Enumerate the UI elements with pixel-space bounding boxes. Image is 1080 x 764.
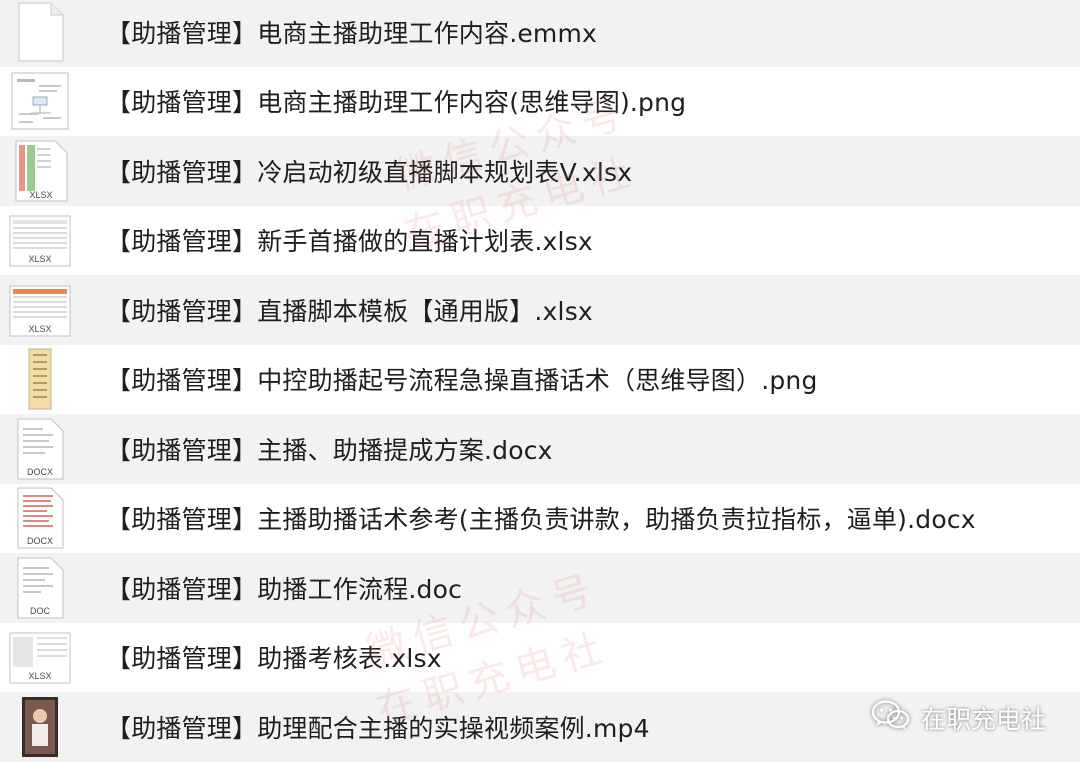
file-row[interactable]: DOC 【助播管理】助播工作流程.doc [0,553,1080,623]
file-badge: DOCX [27,467,53,477]
video-thumbnail-icon [8,692,72,762]
file-row[interactable]: XLSX 【助播管理】助播考核表.xlsx [0,623,1080,693]
file-badge: XLSX [28,254,51,264]
file-list: 【助播管理】电商主播助理工作内容.emmx 【助播管理】电商主播助理工作内容(思… [0,0,1080,764]
file-row[interactable]: DOCX 【助播管理】主播、助播提成方案.docx [0,414,1080,484]
png-image-icon [8,345,72,415]
file-name: 【助播管理】新手首播做的直播计划表.xlsx [106,227,593,257]
file-badge: DOC [30,606,51,616]
file-name: 【助播管理】冷启动初级直播脚本规划表V.xlsx [106,157,633,187]
xlsx-icon: XLSX [8,206,72,276]
brand-watermark: 在职充电社 [871,700,1046,736]
file-row[interactable]: XLSX 【助播管理】新手首播做的直播计划表.xlsx [0,206,1080,276]
file-row[interactable]: 【助播管理】中控助播起号流程急操直播话术（思维导图）.png [0,345,1080,415]
docx-icon: DOCX [8,484,72,554]
docx-icon: DOCX [8,414,72,484]
xlsx-icon: XLSX [8,136,72,206]
file-row[interactable]: 【助播管理】电商主播助理工作内容(思维导图).png [0,67,1080,137]
xlsx-icon: XLSX [8,623,72,693]
file-row[interactable]: 【助播管理】电商主播助理工作内容.emmx [0,0,1080,67]
file-name: 【助播管理】助播考核表.xlsx [106,644,442,674]
file-name: 【助播管理】电商主播助理工作内容.emmx [106,18,598,48]
file-name: 【助播管理】主播助播话术参考(主播负责讲款，助播负责拉指标，逼单).docx [106,505,976,535]
file-name: 【助播管理】助播工作流程.doc [106,574,463,604]
file-name: 【助播管理】助理配合主播的实操视频案例.mp4 [106,713,650,743]
file-name: 【助播管理】中控助播起号流程急操直播话术（思维导图）.png [106,366,818,396]
png-image-icon [8,67,72,137]
file-badge: XLSX [28,671,51,681]
file-badge: XLSX [29,190,52,200]
file-badge: DOCX [27,536,53,546]
file-row[interactable]: XLSX 【助播管理】冷启动初级直播脚本规划表V.xlsx [0,136,1080,206]
doc-icon: DOC [8,553,72,623]
file-row[interactable]: DOCX 【助播管理】主播助播话术参考(主播负责讲款，助播负责拉指标，逼单).d… [0,484,1080,554]
file-row[interactable]: XLSX 【助播管理】直播脚本模板【通用版】.xlsx [0,275,1080,345]
file-name: 【助播管理】直播脚本模板【通用版】.xlsx [106,296,593,326]
xlsx-icon: XLSX [8,275,72,345]
file-name: 【助播管理】电商主播助理工作内容(思维导图).png [106,88,687,118]
brand-name: 在职充电社 [920,705,1046,734]
file-name: 【助播管理】主播、助播提成方案.docx [106,435,553,465]
wechat-icon [871,699,911,737]
file-badge: XLSX [28,324,51,334]
blank-document-icon [8,0,72,67]
